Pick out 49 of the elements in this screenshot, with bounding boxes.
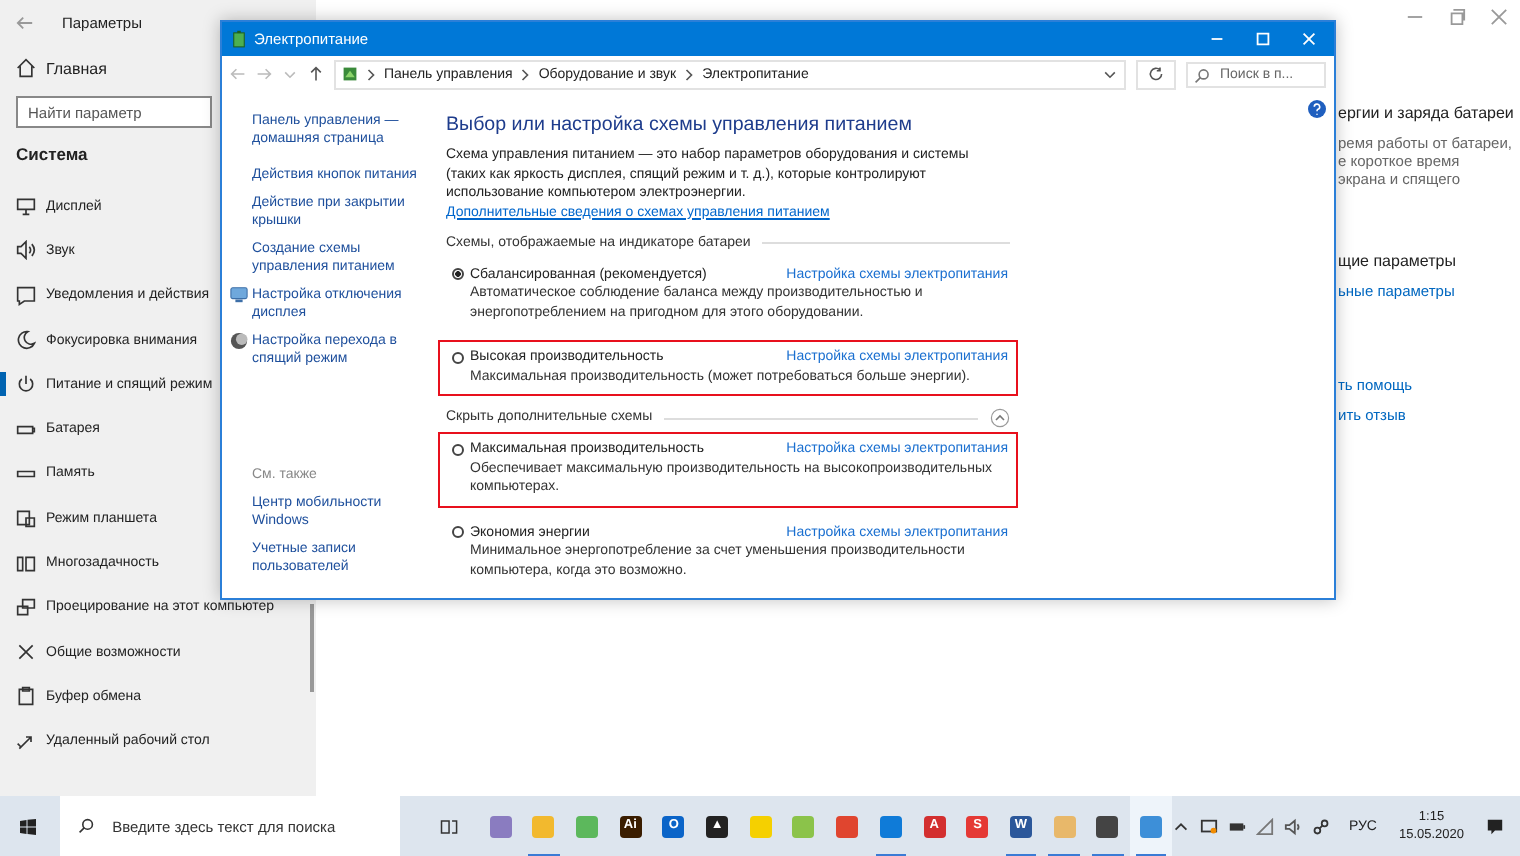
- refresh-button[interactable]: [1136, 59, 1176, 89]
- moon-icon: [16, 330, 36, 351]
- up-arrow-icon[interactable]: [308, 66, 324, 82]
- battery-icon: [232, 30, 246, 48]
- speaker-icon[interactable]: [1284, 817, 1303, 835]
- monitor-icon[interactable]: [1200, 817, 1219, 835]
- search-icon: [78, 818, 95, 834]
- monitor-icon: [230, 286, 248, 304]
- wifi-icon[interactable]: [1256, 817, 1275, 835]
- home-icon: [16, 58, 36, 78]
- home-link[interactable]: Главная: [0, 40, 123, 96]
- help-icon[interactable]: [1308, 100, 1326, 118]
- windows-icon: [16, 553, 36, 574]
- arrows-icon: [16, 731, 36, 752]
- radio-button[interactable]: [452, 268, 464, 281]
- radio-button[interactable]: [452, 526, 464, 539]
- battery-icon[interactable]: [1228, 817, 1247, 835]
- close-icon[interactable]: [1490, 8, 1508, 26]
- page-heading: Выбор или настройка схемы управления питанием: [446, 112, 914, 138]
- search-icon: [1194, 67, 1210, 83]
- power-icon: [16, 374, 36, 395]
- control-panel-icon: [342, 66, 358, 82]
- section-heading: щие параметры: [1338, 252, 1458, 274]
- chevron-icon: [684, 67, 695, 81]
- caret-icon[interactable]: [1102, 66, 1118, 82]
- taskbar-app[interactable]: [1129, 796, 1173, 856]
- chevron-icon: [520, 67, 531, 81]
- message-icon: [16, 285, 36, 306]
- radio-button[interactable]: [452, 351, 464, 364]
- monitor-icon: [16, 196, 36, 217]
- network-icon[interactable]: [1312, 817, 1331, 835]
- maximize-icon[interactable]: [1448, 8, 1466, 26]
- tablet-icon: [16, 508, 36, 529]
- refresh-icon: [1148, 66, 1164, 82]
- radio-button[interactable]: [452, 443, 464, 456]
- collapse-icon[interactable]: [990, 408, 1010, 428]
- speaker-icon: [16, 240, 36, 261]
- clipboard-icon: [16, 686, 36, 707]
- notifications-icon[interactable]: [1486, 817, 1505, 835]
- screens-icon: [16, 597, 36, 618]
- chevron-icon: [366, 67, 376, 81]
- section-heading: Система: [14, 142, 90, 168]
- moon-icon: [230, 332, 248, 350]
- cross-icon: [16, 642, 36, 663]
- back-arrow-icon[interactable]: [16, 13, 34, 31]
- windows-logo-icon[interactable]: [20, 817, 37, 835]
- scrollbar[interactable]: [310, 604, 314, 692]
- task-view-icon[interactable]: [440, 817, 459, 835]
- section-heading: ергии и заряда батареи: [1338, 104, 1516, 126]
